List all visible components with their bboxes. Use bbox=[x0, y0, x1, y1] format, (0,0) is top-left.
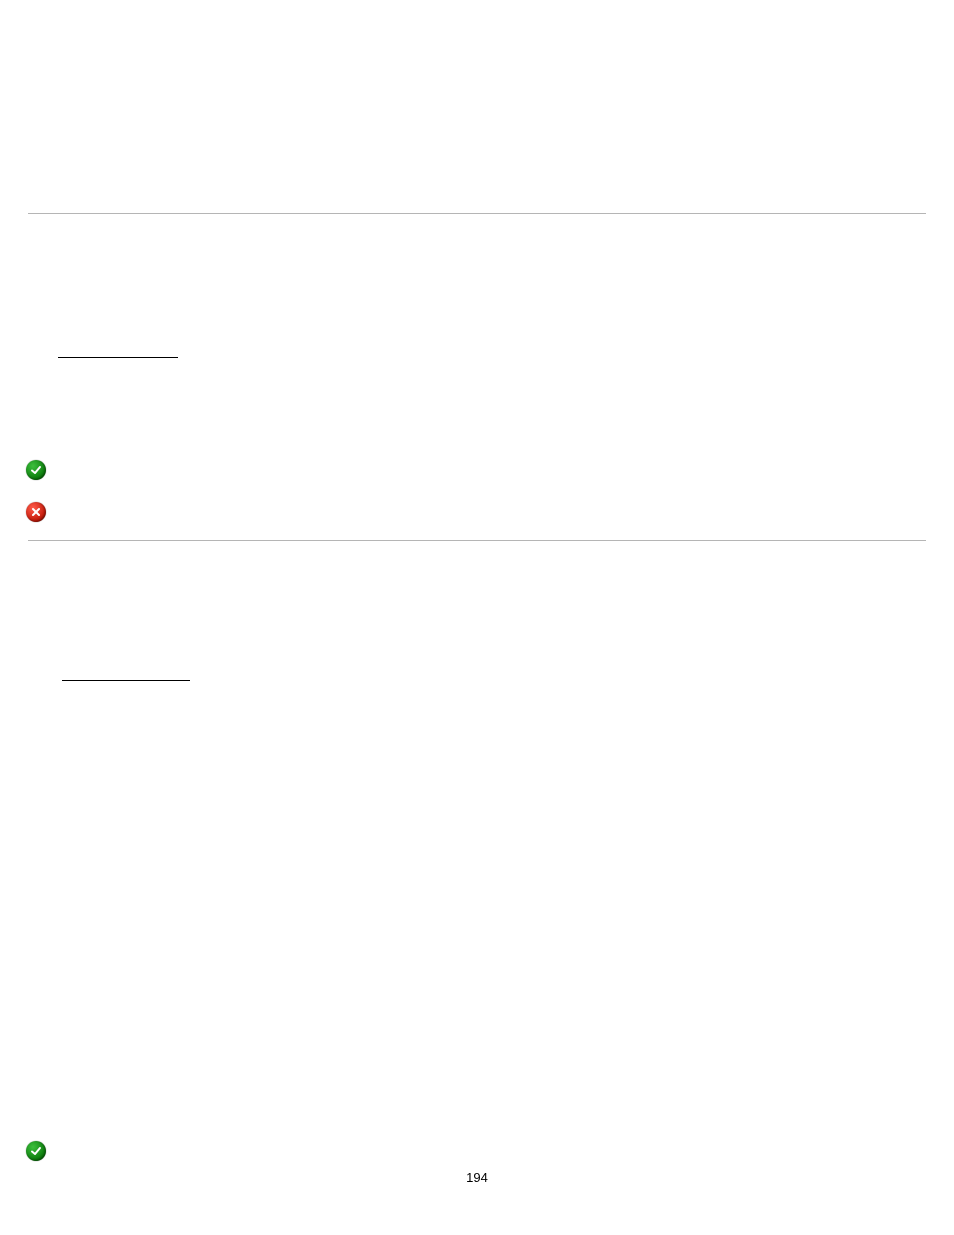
horizontal-rule bbox=[28, 540, 926, 541]
document-page: 194 bbox=[0, 0, 954, 1235]
checkmark-icon bbox=[26, 1141, 46, 1161]
heading-underline bbox=[62, 680, 190, 681]
checkmark-icon bbox=[26, 460, 46, 480]
cross-icon bbox=[26, 502, 46, 522]
page-number: 194 bbox=[0, 1170, 954, 1185]
horizontal-rule bbox=[28, 213, 926, 214]
heading-underline bbox=[58, 357, 178, 358]
